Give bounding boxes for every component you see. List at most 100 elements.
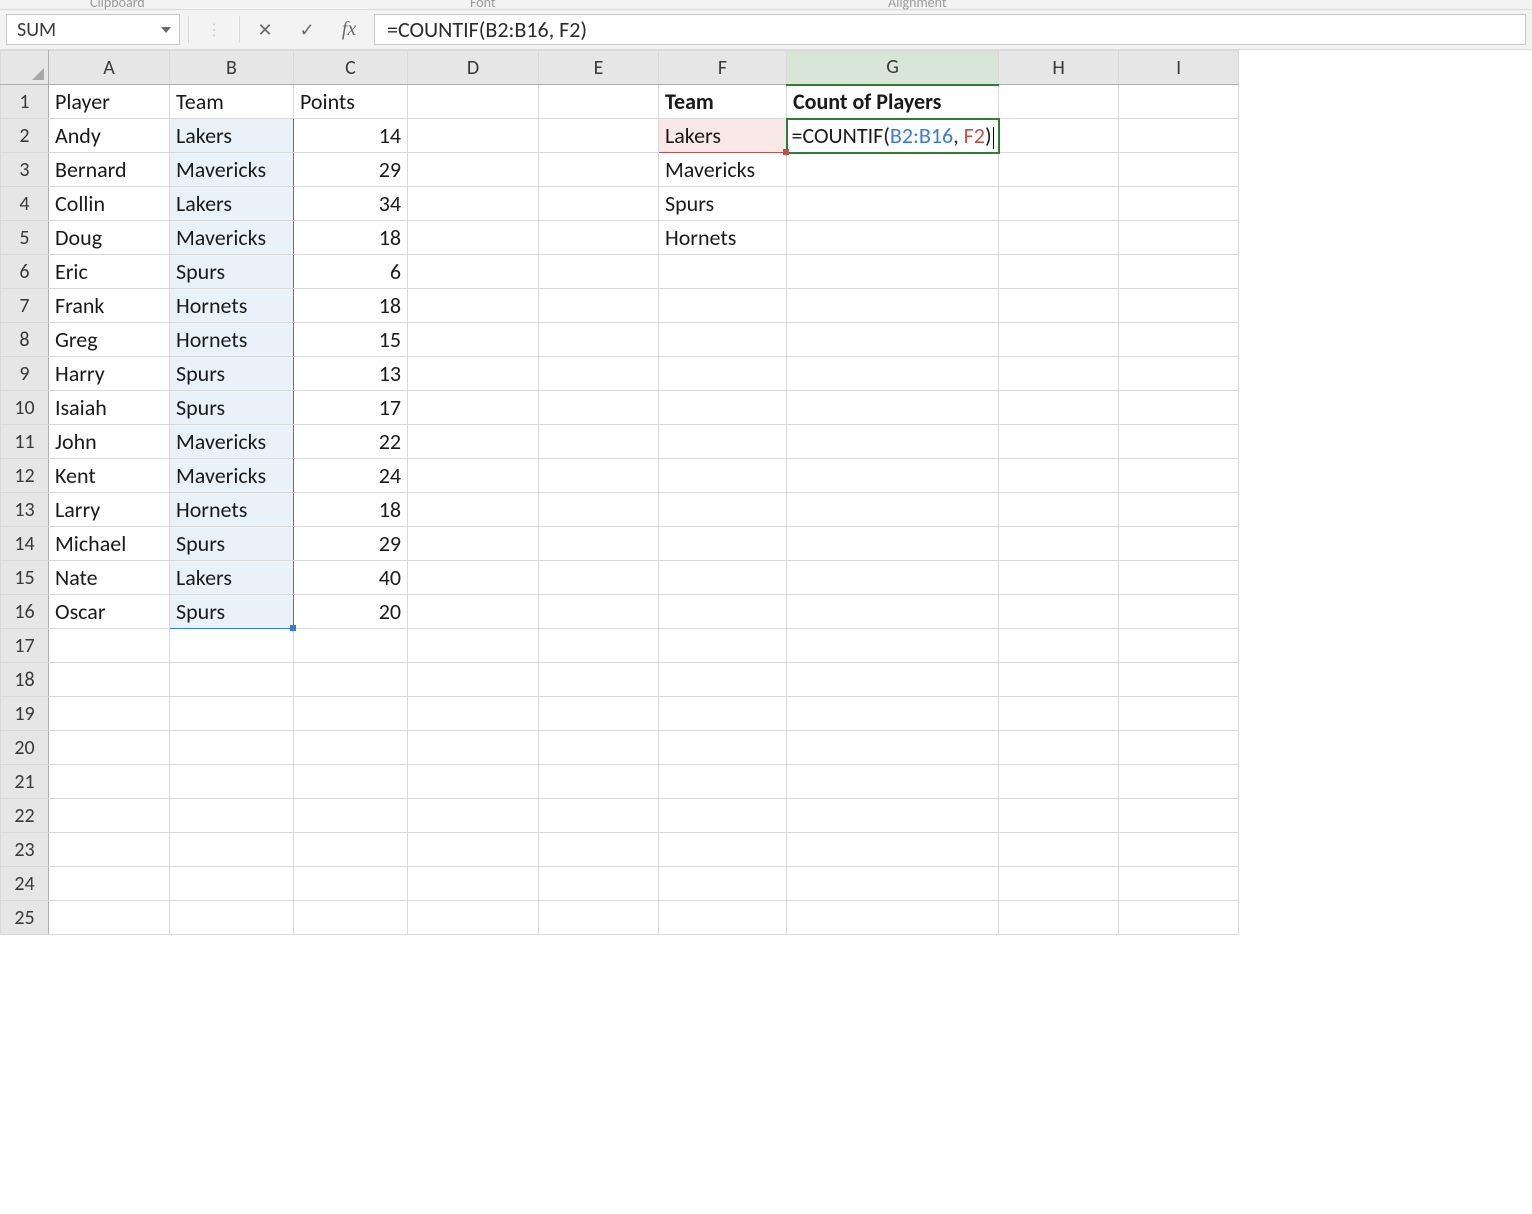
cell-A8[interactable]: Greg [49,323,170,357]
cell-E5[interactable] [539,221,659,255]
col-header-A[interactable]: A [49,51,170,85]
cell-E10[interactable] [539,391,659,425]
cell-F9[interactable] [659,357,787,391]
cell-F14[interactable] [659,527,787,561]
cell-C7[interactable]: 18 [294,289,408,323]
cell-I24[interactable] [1119,867,1239,901]
cell-E6[interactable] [539,255,659,289]
row-header-15[interactable]: 15 [1,561,49,595]
cell-D20[interactable] [408,731,539,765]
row-header-20[interactable]: 20 [1,731,49,765]
cell-E1[interactable] [539,85,659,119]
cell-D21[interactable] [408,765,539,799]
cell-D23[interactable] [408,833,539,867]
cell-H24[interactable] [999,867,1119,901]
cell-I21[interactable] [1119,765,1239,799]
cell-C8[interactable]: 15 [294,323,408,357]
cell-D22[interactable] [408,799,539,833]
cell-G25[interactable] [787,901,999,935]
cell-C15[interactable]: 40 [294,561,408,595]
cell-A21[interactable] [49,765,170,799]
cell-A17[interactable] [49,629,170,663]
cell-A23[interactable] [49,833,170,867]
row-header-14[interactable]: 14 [1,527,49,561]
col-header-E[interactable]: E [539,51,659,85]
cell-D7[interactable] [408,289,539,323]
cell-D10[interactable] [408,391,539,425]
cell-F15[interactable] [659,561,787,595]
cell-G23[interactable] [787,833,999,867]
cell-A16[interactable]: Oscar [49,595,170,629]
cell-B25[interactable] [170,901,294,935]
cell-H16[interactable] [999,595,1119,629]
cell-G5[interactable] [787,221,999,255]
cell-A19[interactable] [49,697,170,731]
cell-B14[interactable]: Spurs [170,527,294,561]
cell-B10[interactable]: Spurs [170,391,294,425]
select-all-triangle[interactable] [1,51,49,85]
cell-A18[interactable] [49,663,170,697]
cell-C2[interactable]: 14 [294,119,408,153]
cell-F2[interactable]: Lakers [659,119,787,153]
row-header-13[interactable]: 13 [1,493,49,527]
cell-C24[interactable] [294,867,408,901]
cell-B19[interactable] [170,697,294,731]
cell-I20[interactable] [1119,731,1239,765]
cell-A15[interactable]: Nate [49,561,170,595]
cell-D2[interactable] [408,119,539,153]
cell-C10[interactable]: 17 [294,391,408,425]
cell-E16[interactable] [539,595,659,629]
cell-I17[interactable] [1119,629,1239,663]
cell-D25[interactable] [408,901,539,935]
cell-E12[interactable] [539,459,659,493]
cell-H6[interactable] [999,255,1119,289]
cell-E24[interactable] [539,867,659,901]
cell-C5[interactable]: 18 [294,221,408,255]
cell-C23[interactable] [294,833,408,867]
row-header-17[interactable]: 17 [1,629,49,663]
cell-B3[interactable]: Mavericks [170,153,294,187]
cell-G24[interactable] [787,867,999,901]
cell-G4[interactable] [787,187,999,221]
cancel-button[interactable]: ✕ [248,14,282,45]
cell-D11[interactable] [408,425,539,459]
cell-E15[interactable] [539,561,659,595]
cell-B5[interactable]: Mavericks [170,221,294,255]
row-header-16[interactable]: 16 [1,595,49,629]
cell-F13[interactable] [659,493,787,527]
cell-A7[interactable]: Frank [49,289,170,323]
cell-I22[interactable] [1119,799,1239,833]
cell-B11[interactable]: Mavericks [170,425,294,459]
cell-I8[interactable] [1119,323,1239,357]
cell-I11[interactable] [1119,425,1239,459]
cell-C25[interactable] [294,901,408,935]
cell-E17[interactable] [539,629,659,663]
cell-I1[interactable] [1119,85,1239,119]
row-header-24[interactable]: 24 [1,867,49,901]
cell-I19[interactable] [1119,697,1239,731]
insert-function-button[interactable]: fx [332,14,366,45]
cell-E13[interactable] [539,493,659,527]
col-header-F[interactable]: F [659,51,787,85]
cell-H25[interactable] [999,901,1119,935]
cell-E3[interactable] [539,153,659,187]
cell-B16[interactable]: Spurs [170,595,294,629]
cell-G20[interactable] [787,731,999,765]
cell-F18[interactable] [659,663,787,697]
cell-C22[interactable] [294,799,408,833]
row-header-4[interactable]: 4 [1,187,49,221]
cell-A20[interactable] [49,731,170,765]
cell-B7[interactable]: Hornets [170,289,294,323]
cell-B9[interactable]: Spurs [170,357,294,391]
cell-H22[interactable] [999,799,1119,833]
cell-H11[interactable] [999,425,1119,459]
cell-A14[interactable]: Michael [49,527,170,561]
cell-G14[interactable] [787,527,999,561]
cell-D24[interactable] [408,867,539,901]
cell-G10[interactable] [787,391,999,425]
col-header-H[interactable]: H [999,51,1119,85]
cell-C9[interactable]: 13 [294,357,408,391]
cell-F16[interactable] [659,595,787,629]
cell-G11[interactable] [787,425,999,459]
cell-C3[interactable]: 29 [294,153,408,187]
